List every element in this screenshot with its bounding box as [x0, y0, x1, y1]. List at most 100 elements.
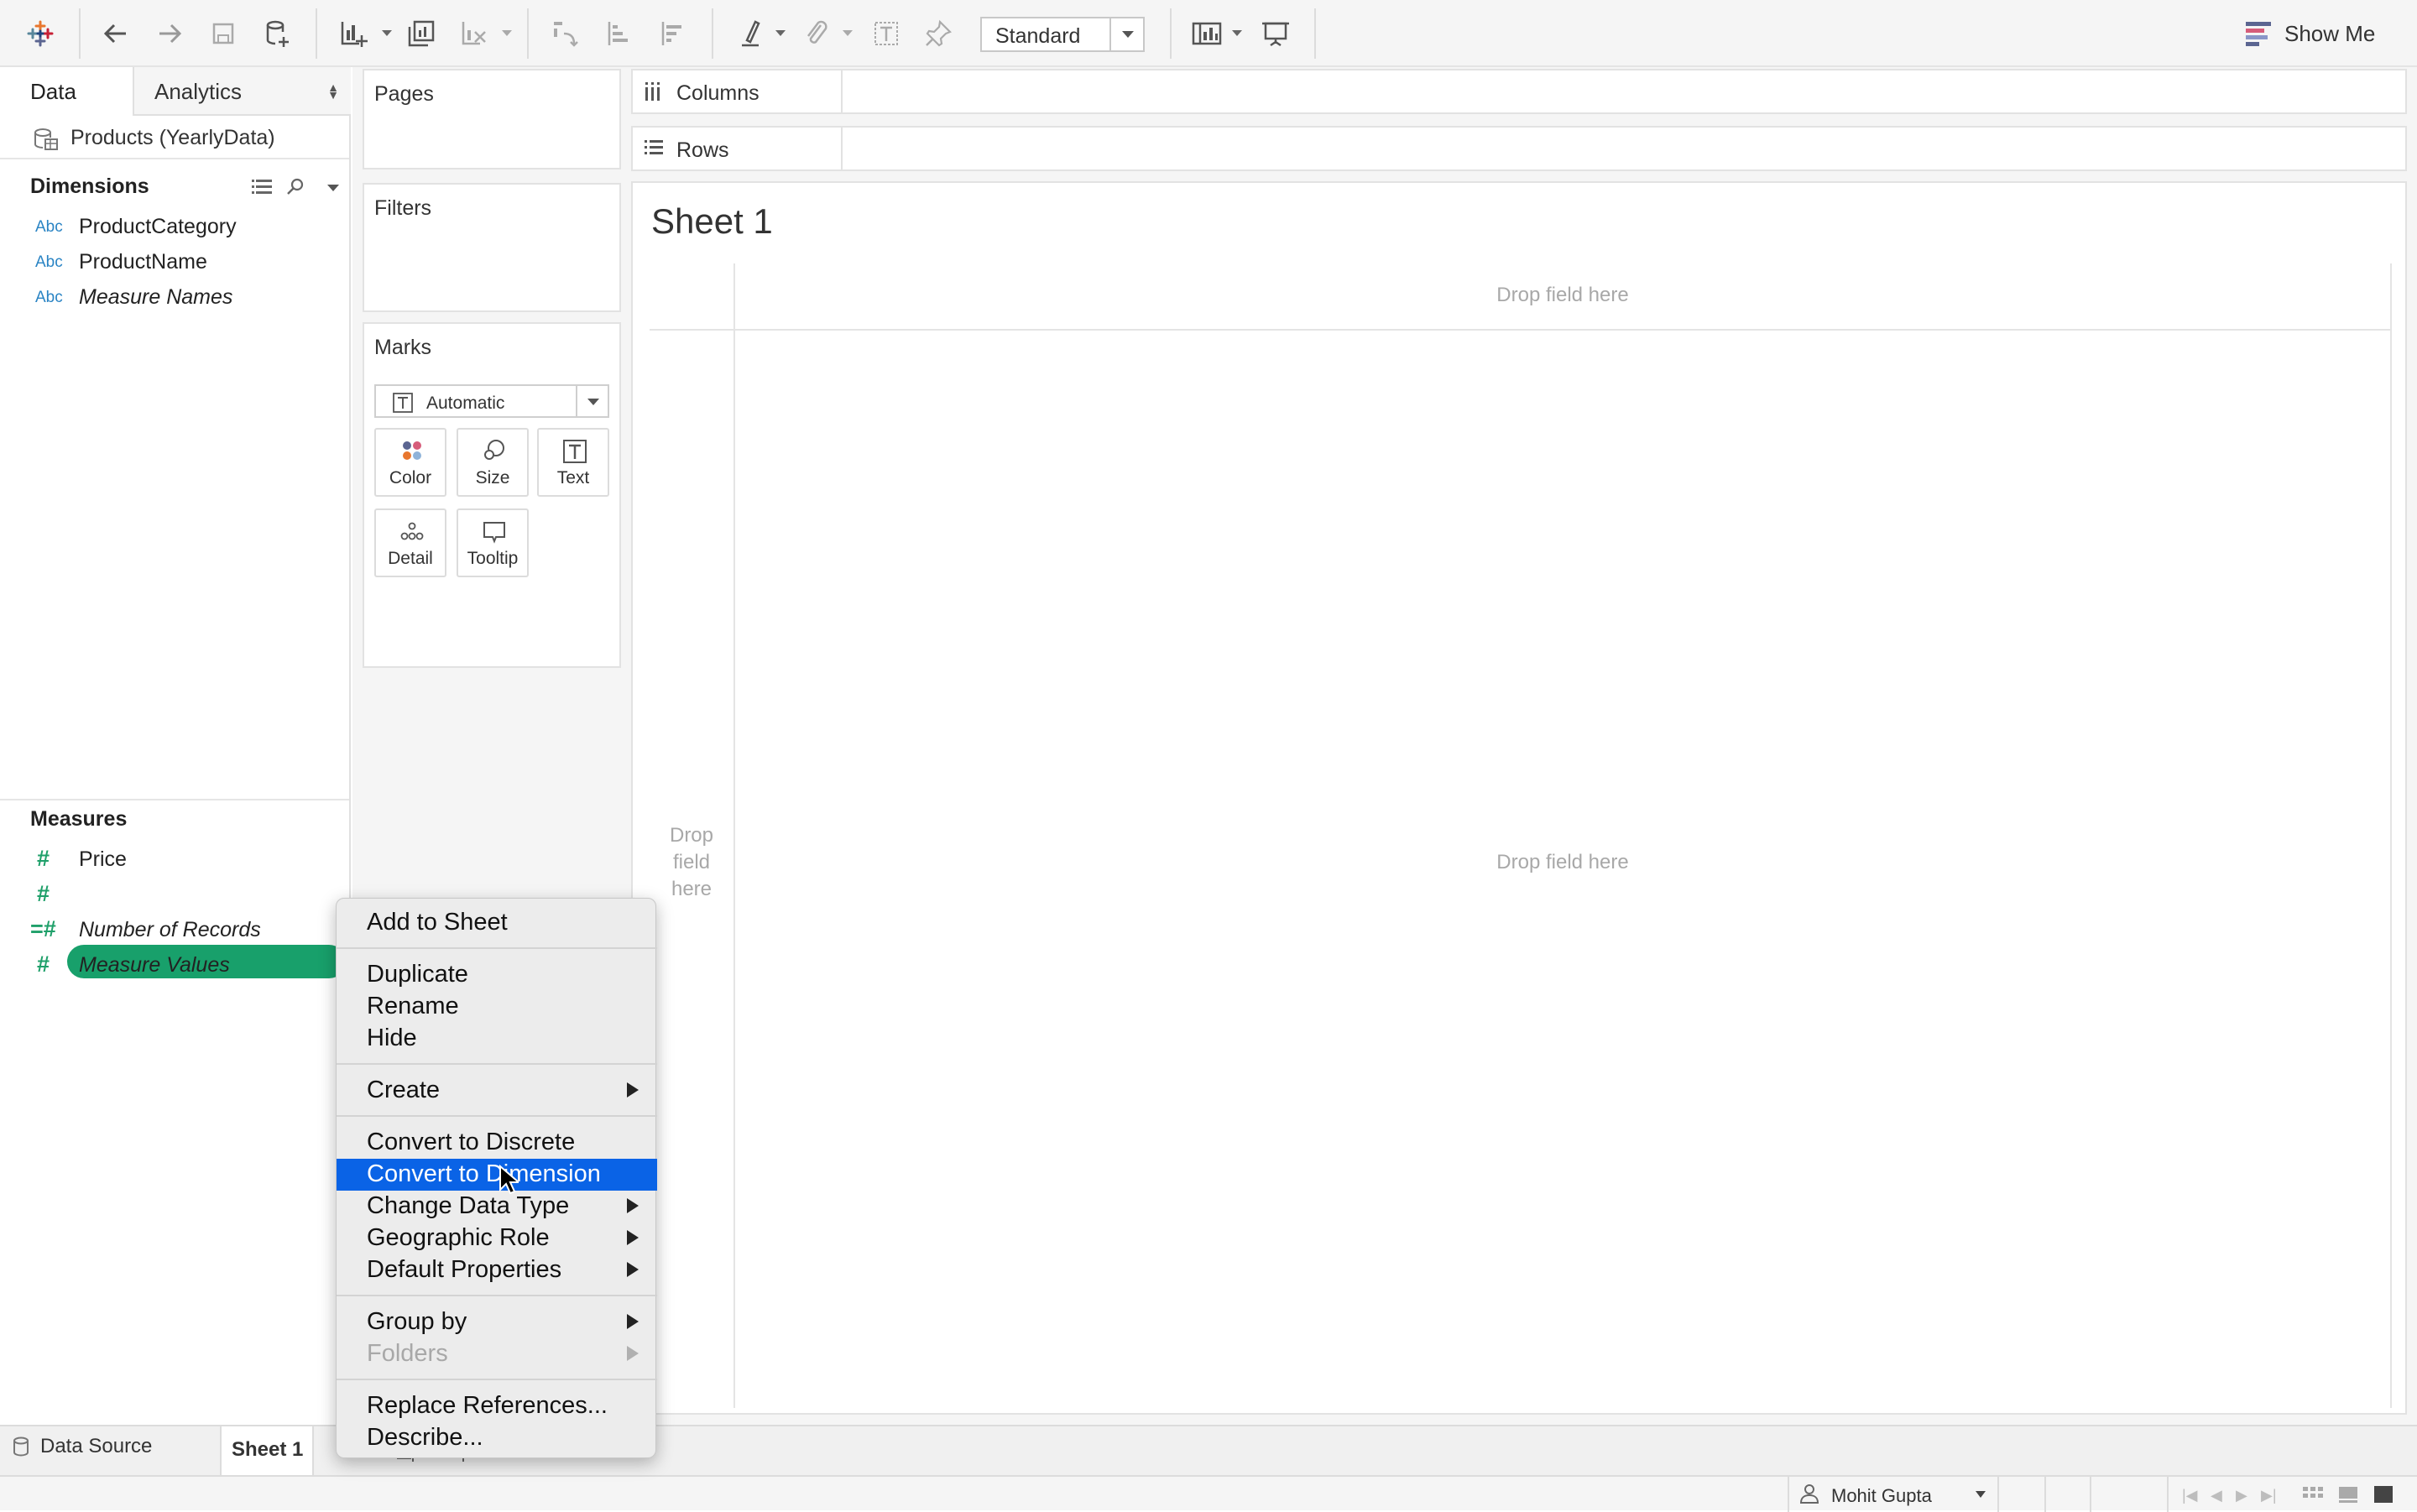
size-button[interactable]: Size	[457, 428, 529, 497]
previous-sheet-icon[interactable]: ◀	[2211, 1487, 2222, 1504]
datasource-item[interactable]: Products (YearlyData)	[0, 117, 349, 159]
dimension-field-productname[interactable]: Abc ProductName	[30, 245, 346, 279]
measure-field-price[interactable]: # Price	[30, 842, 346, 876]
fit-select[interactable]: Standard	[980, 17, 1145, 52]
next-sheet-icon[interactable]: ▶	[2236, 1487, 2247, 1504]
dimension-field-measure-names[interactable]: Abc Measure Names	[30, 280, 346, 314]
tab-data[interactable]: Data	[0, 67, 133, 116]
data-pane: Data Analytics ▲ ▼ Products (YearlyData) …	[0, 67, 351, 1425]
new-worksheet-icon[interactable]	[332, 13, 373, 54]
columns-shelf[interactable]: Columns	[631, 69, 2407, 114]
presentation-mode-icon[interactable]	[1255, 13, 1296, 54]
menu-item-create[interactable]: Create	[337, 1075, 657, 1107]
menu-item-hide[interactable]: Hide	[337, 1023, 657, 1055]
measure-field-productid[interactable]: # ProductID	[30, 878, 346, 911]
sort-descending-icon[interactable]	[653, 13, 693, 54]
menu-item-duplicate[interactable]: Duplicate	[337, 959, 657, 991]
tooltip-button[interactable]: Tooltip	[457, 508, 529, 577]
redo-icon[interactable]	[149, 13, 190, 54]
filmstrip-view-icon[interactable]	[2303, 1485, 2323, 1504]
text-button[interactable]: Text	[537, 428, 609, 497]
pages-card[interactable]: Pages	[363, 69, 621, 169]
menu-item-describe[interactable]: Describe...	[337, 1422, 657, 1454]
duplicate-sheet-icon[interactable]	[401, 13, 441, 54]
measure-field-measure-values[interactable]: # Measure Values	[30, 948, 346, 982]
chevron-down-icon[interactable]	[1109, 18, 1143, 50]
group-members-icon[interactable]	[796, 13, 836, 54]
text-icon	[563, 440, 587, 463]
menu-item-change-data-type[interactable]: Change Data Type	[337, 1191, 657, 1223]
menu-item-convert-to-discrete[interactable]: Convert to Discrete	[337, 1127, 657, 1159]
column-header-divider	[650, 329, 2392, 331]
datasource-icon	[34, 128, 58, 150]
submenu-arrow-icon	[627, 1346, 639, 1361]
menu-item-geographic-role[interactable]: Geographic Role	[337, 1223, 657, 1254]
measure-field-number-of-records[interactable]: =# Number of Records	[30, 913, 346, 946]
drop-zone-columns[interactable]: Drop field here	[735, 284, 2390, 307]
tab-data-source-label: Data Source	[40, 1435, 153, 1457]
filters-card[interactable]: Filters	[363, 183, 621, 312]
color-button[interactable]: Color	[374, 428, 446, 497]
menu-item-convert-to-dimension[interactable]: Convert to Dimension	[337, 1159, 657, 1191]
swap-rows-columns-icon[interactable]	[546, 13, 586, 54]
chevron-down-icon[interactable]	[327, 185, 339, 191]
rows-shelf[interactable]: Rows	[631, 126, 2407, 171]
columns-icon	[645, 82, 660, 101]
dimension-field-productcategory[interactable]: Abc ProductCategory	[30, 210, 346, 243]
chevron-down-icon[interactable]	[382, 30, 392, 36]
menu-separator	[337, 947, 657, 949]
sheet-sorter-view-icon[interactable]	[2338, 1485, 2358, 1504]
first-sheet-icon[interactable]: |◀	[2182, 1487, 2198, 1504]
last-sheet-icon[interactable]: ▶|	[2261, 1487, 2277, 1504]
tableau-logo-icon[interactable]	[20, 13, 60, 54]
tab-analytics[interactable]: Analytics ▲ ▼	[133, 67, 351, 116]
menu-item-group-by[interactable]: Group by	[337, 1306, 657, 1338]
chevron-down-icon[interactable]	[775, 30, 786, 36]
sort-ascending-icon[interactable]	[599, 13, 639, 54]
sheet-title[interactable]: Sheet 1	[651, 201, 773, 242]
menu-item-label: Geographic Role	[367, 1224, 550, 1251]
chevron-down-icon[interactable]	[843, 30, 853, 36]
chevron-down-icon[interactable]	[576, 386, 608, 416]
menu-item-add-to-sheet[interactable]: Add to Sheet	[337, 907, 657, 939]
string-type-icon: Abc	[35, 253, 63, 271]
undo-icon[interactable]	[96, 13, 136, 54]
save-icon[interactable]	[203, 13, 243, 54]
menu-separator	[337, 1115, 657, 1117]
tabs-view-icon[interactable]	[2373, 1485, 2394, 1504]
view-list-icon[interactable]	[252, 178, 272, 196]
user-menu[interactable]: Mohit Gupta	[1788, 1477, 1999, 1512]
chevron-down-icon[interactable]	[1976, 1491, 1986, 1498]
menu-item-default-properties[interactable]: Default Properties	[337, 1254, 657, 1286]
drop-zone-view[interactable]: Drop field here	[735, 851, 2390, 874]
show-me-button[interactable]: Show Me	[2246, 13, 2375, 54]
toolbar-separator	[79, 8, 81, 59]
show-cards-icon[interactable]	[1187, 13, 1227, 54]
fit-select-value: Standard	[995, 24, 1081, 48]
field-name: Measure Names	[79, 285, 233, 309]
chevron-down-icon[interactable]	[1232, 30, 1242, 36]
dimensions-title: Dimensions	[30, 175, 149, 198]
field-context-menu: Add to Sheet Duplicate Rename Hide Creat…	[336, 898, 657, 1458]
mark-type-select[interactable]: Automatic	[374, 384, 609, 418]
new-data-source-icon[interactable]	[257, 13, 297, 54]
tab-data-source[interactable]: Data Source	[12, 1435, 152, 1458]
mouse-cursor-icon	[499, 1165, 519, 1195]
submenu-arrow-icon	[627, 1314, 639, 1329]
menu-item-rename[interactable]: Rename	[337, 991, 657, 1023]
toolbar-separator	[316, 8, 317, 59]
text-label: Text	[556, 468, 590, 487]
pin-icon[interactable]	[918, 13, 958, 54]
drop-zone-rows[interactable]: Drop field here	[650, 822, 733, 903]
field-name: ProductCategory	[79, 215, 237, 238]
chevron-down-icon[interactable]	[502, 30, 512, 36]
highlight-icon[interactable]	[732, 13, 772, 54]
submenu-arrow-icon	[627, 1262, 639, 1277]
clear-sheet-icon[interactable]	[453, 13, 493, 54]
status-separator	[2044, 1477, 2046, 1512]
show-mark-labels-icon[interactable]	[866, 13, 906, 54]
menu-item-replace-references[interactable]: Replace References...	[337, 1390, 657, 1422]
tab-sheet-1[interactable]: Sheet 1	[220, 1426, 314, 1475]
search-icon[interactable]	[285, 176, 305, 196]
detail-button[interactable]: Detail	[374, 508, 446, 577]
